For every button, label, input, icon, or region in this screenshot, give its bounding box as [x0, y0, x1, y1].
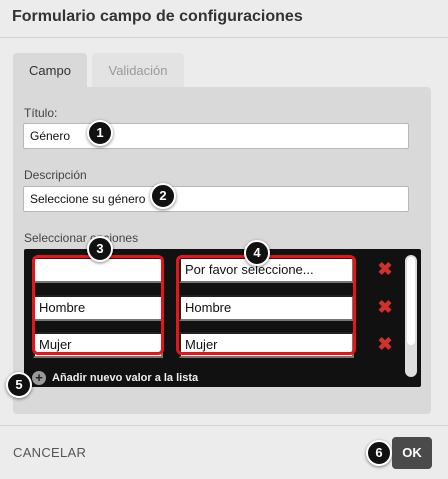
- step-badge-5: 5: [6, 372, 32, 398]
- titulo-input[interactable]: [23, 123, 409, 149]
- scrollbar-thumb[interactable]: [407, 257, 415, 345]
- step-badge-2: 2: [150, 183, 176, 209]
- dialog-title: Formulario campo de configuraciones: [12, 8, 303, 25]
- title-divider: [0, 37, 448, 38]
- tab-campo[interactable]: Campo: [13, 53, 87, 88]
- option-row: ✖: [24, 289, 421, 325]
- opciones-label: Seleccionar opciones: [24, 231, 139, 245]
- ok-button[interactable]: OK: [392, 437, 432, 469]
- option-label-input[interactable]: [179, 295, 354, 321]
- option-label-input[interactable]: [179, 332, 354, 358]
- option-row: ✖: [24, 251, 421, 287]
- add-option-label: Añadir nuevo valor a la lista: [52, 372, 199, 384]
- options-scrollbar[interactable]: [405, 255, 417, 377]
- plus-circle-icon: +: [32, 371, 46, 386]
- option-value-input[interactable]: [33, 332, 163, 358]
- option-value-input[interactable]: [33, 295, 163, 321]
- titulo-label: Título:: [24, 106, 58, 120]
- delete-icon[interactable]: ✖: [376, 259, 394, 279]
- step-badge-6: 6: [366, 440, 392, 466]
- options-list: ✖ ✖ ✖ + Añadir nuevo valor a la lista: [24, 249, 421, 387]
- footer-divider: [0, 425, 448, 426]
- tab-validacion[interactable]: Validación: [92, 53, 184, 88]
- descripcion-input[interactable]: [23, 186, 409, 212]
- delete-icon[interactable]: ✖: [376, 297, 394, 317]
- cancel-button[interactable]: CANCELAR: [13, 445, 86, 460]
- add-option-button[interactable]: + Añadir nuevo valor a la lista: [32, 370, 198, 386]
- option-row: ✖: [24, 326, 421, 362]
- descripcion-label: Descripción: [24, 168, 87, 182]
- delete-icon[interactable]: ✖: [376, 334, 394, 354]
- step-badge-1: 1: [87, 120, 113, 146]
- step-badge-3: 3: [87, 236, 113, 262]
- step-badge-4: 4: [244, 240, 270, 266]
